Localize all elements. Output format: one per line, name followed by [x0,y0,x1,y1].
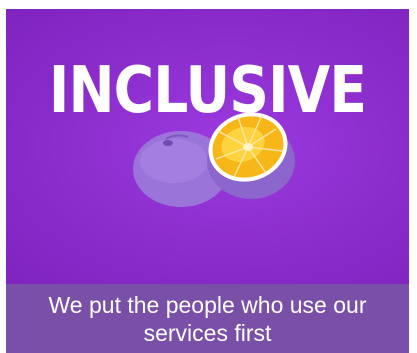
caption-bar: We put the people who use our services f… [6,284,409,353]
hero-image: INCLUSIVE [6,9,409,284]
value-card: INCLUSIVE We put the people who use our … [6,9,409,353]
purple-painted-orange-icon [133,112,295,207]
caption-text: We put the people who use our services f… [48,291,367,346]
